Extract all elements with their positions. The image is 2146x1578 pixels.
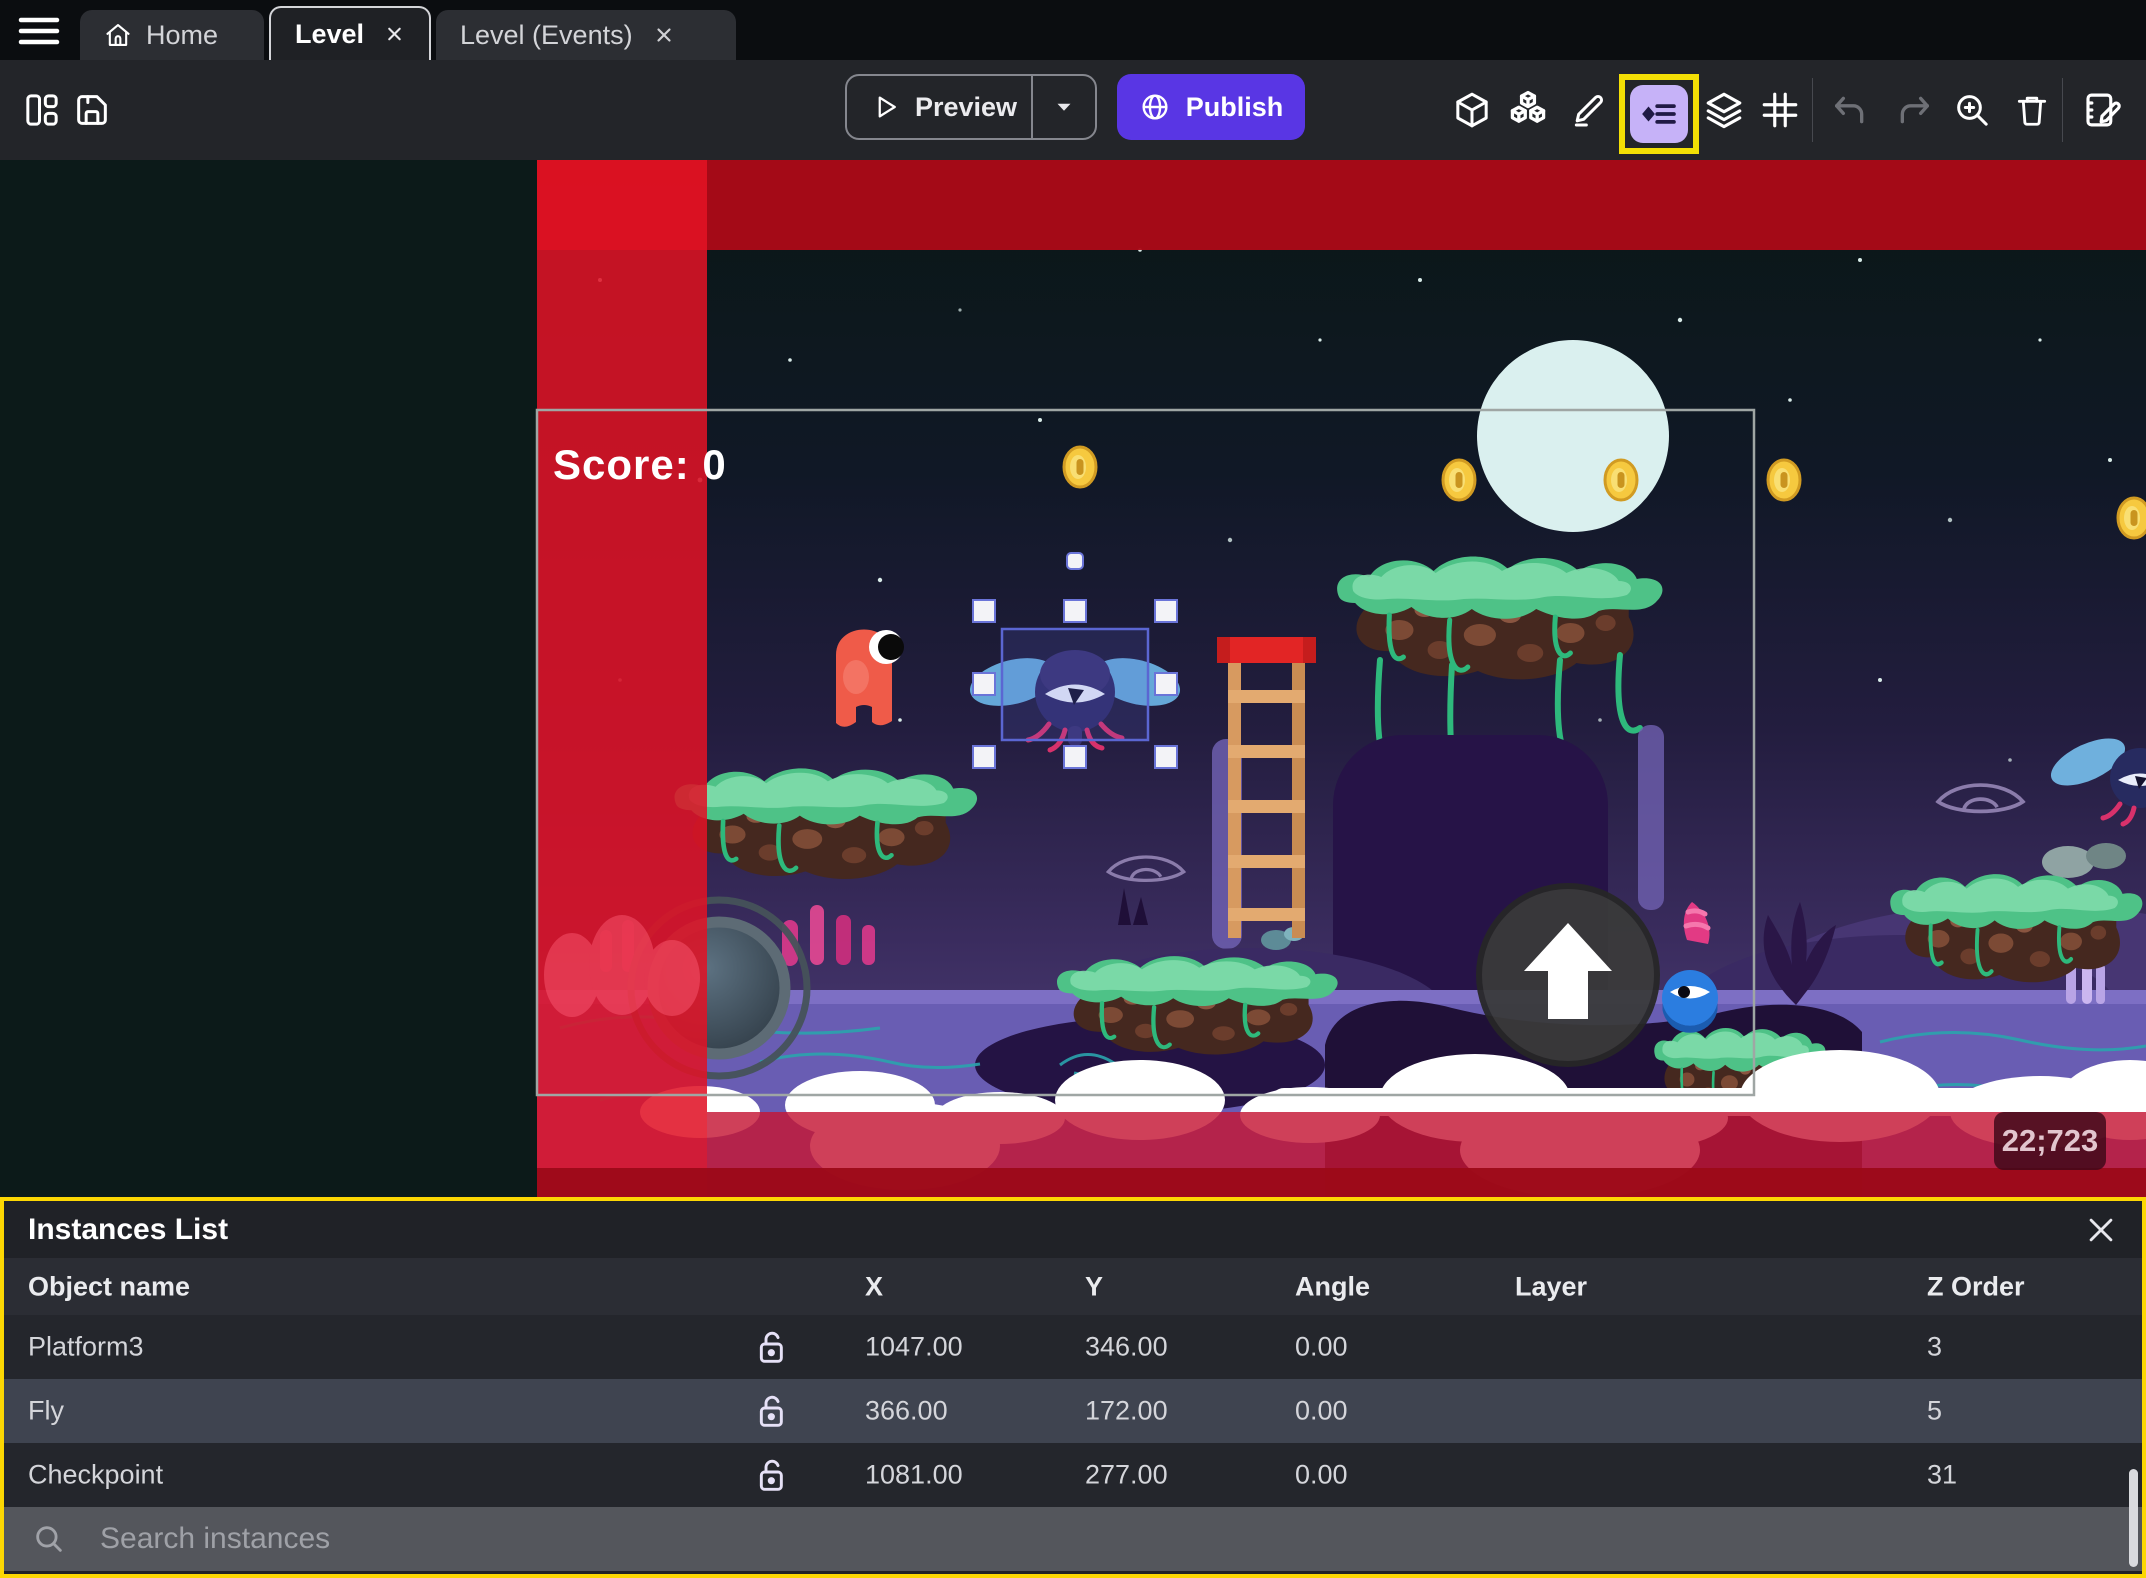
table-row[interactable]: Platform3 1047.00 346.00 0.00 3 bbox=[4, 1315, 2142, 1379]
instance-z-order: 31 bbox=[1927, 1459, 1958, 1490]
panel-title: Instances List bbox=[28, 1212, 229, 1246]
home-icon bbox=[106, 24, 130, 46]
publish-button[interactable]: Publish bbox=[1117, 74, 1305, 140]
column-header[interactable]: Angle bbox=[1295, 1271, 1370, 1302]
panel-scrollbar[interactable] bbox=[2129, 1469, 2138, 1567]
tab-level[interactable]: Level bbox=[269, 6, 431, 60]
3d-box-button[interactable] bbox=[1448, 82, 1496, 138]
undo-button[interactable] bbox=[1826, 82, 1874, 138]
tab-label: Level (Events) bbox=[460, 19, 633, 50]
menu-hamburger-icon[interactable] bbox=[18, 16, 60, 46]
search-bar bbox=[4, 1507, 2142, 1571]
unlock-icon[interactable] bbox=[756, 1457, 788, 1495]
chevron-down-icon bbox=[1057, 103, 1071, 111]
editor-toolbar: Preview Publish bbox=[0, 60, 2146, 160]
instance-z-order: 3 bbox=[1927, 1331, 1943, 1362]
zoom-button[interactable] bbox=[1948, 82, 1996, 138]
preview-label: Preview bbox=[914, 91, 1018, 122]
instance-y: 172.00 bbox=[1085, 1395, 1168, 1426]
tab-label: Home bbox=[146, 19, 219, 50]
moon[interactable] bbox=[1477, 340, 1669, 532]
instances-panel-header: Instances List bbox=[4, 1201, 2142, 1258]
instances-list-button[interactable] bbox=[1630, 85, 1688, 143]
top-tab-bar: Home Level Level (Events) bbox=[0, 0, 2146, 60]
instance-angle: 0.00 bbox=[1295, 1459, 1348, 1490]
instance-name: Platform3 bbox=[28, 1331, 144, 1362]
unlock-icon[interactable] bbox=[756, 1329, 788, 1367]
app-window: Home Level Level (Events) Preview Publis… bbox=[0, 0, 2146, 1578]
unlock-icon[interactable] bbox=[756, 1393, 788, 1431]
instance-z-order: 5 bbox=[1927, 1395, 1943, 1426]
instance-angle: 0.00 bbox=[1295, 1395, 1348, 1426]
play-icon bbox=[878, 96, 896, 118]
instance-x: 1047.00 bbox=[865, 1331, 963, 1362]
cursor-coordinates-badge: 22;723 bbox=[1994, 1112, 2106, 1170]
instance-name: Checkpoint bbox=[28, 1459, 164, 1490]
table-row-selected[interactable]: Fly 366.00 172.00 0.00 5 bbox=[4, 1379, 2142, 1443]
tab-label: Level bbox=[295, 18, 365, 49]
column-header[interactable]: Y bbox=[1085, 1271, 1103, 1302]
tab-home[interactable]: Home bbox=[80, 10, 264, 60]
globe-icon bbox=[1142, 94, 1168, 120]
search-instances-input[interactable] bbox=[98, 1521, 1502, 1557]
save-button[interactable] bbox=[68, 82, 116, 138]
publish-label: Publish bbox=[1185, 91, 1284, 122]
toolbar-divider bbox=[2062, 78, 2063, 142]
close-icon[interactable] bbox=[384, 23, 405, 45]
instance-y: 277.00 bbox=[1085, 1459, 1168, 1490]
tab-level-events[interactable]: Level (Events) bbox=[436, 10, 736, 60]
game-scene bbox=[0, 160, 2146, 1198]
instance-x: 1081.00 bbox=[865, 1459, 963, 1490]
close-panel-icon[interactable] bbox=[2084, 1213, 2118, 1247]
preview-button[interactable]: Preview bbox=[845, 74, 1097, 140]
column-header[interactable]: Z Order bbox=[1927, 1271, 2025, 1302]
delete-button[interactable] bbox=[2008, 82, 2056, 138]
redo-button[interactable] bbox=[1890, 82, 1938, 138]
layers-button[interactable] bbox=[1700, 82, 1748, 138]
score-text: Score: 0 bbox=[553, 441, 727, 488]
close-icon[interactable] bbox=[653, 24, 675, 46]
instance-angle: 0.00 bbox=[1295, 1331, 1348, 1362]
instance-name: Fly bbox=[28, 1395, 64, 1426]
toolbar-divider bbox=[1812, 78, 1813, 142]
search-icon bbox=[36, 1526, 62, 1552]
instance-x: 366.00 bbox=[865, 1395, 948, 1426]
preview-dropdown-button[interactable] bbox=[1033, 94, 1095, 120]
scene-editor-canvas[interactable]: Score: 0 22;723 bbox=[0, 160, 2146, 1198]
instances-panel: Instances List Object name X Y Angle Lay… bbox=[0, 1197, 2146, 1578]
column-header[interactable]: Layer bbox=[1515, 1271, 1587, 1302]
instances-table-header: Object name X Y Angle Layer Z Order bbox=[4, 1258, 2142, 1315]
toggle-panels-button[interactable] bbox=[18, 82, 66, 138]
jump-button[interactable] bbox=[1476, 883, 1660, 1067]
instance-y: 346.00 bbox=[1085, 1331, 1168, 1362]
edit-scene-properties-button[interactable] bbox=[2078, 82, 2126, 138]
grid-button[interactable] bbox=[1756, 82, 1804, 138]
table-row[interactable]: Checkpoint 1081.00 277.00 0.00 31 bbox=[4, 1443, 2142, 1507]
objects-list-button[interactable] bbox=[1504, 82, 1552, 138]
column-header[interactable]: X bbox=[865, 1271, 883, 1302]
edit-instance-button[interactable] bbox=[1564, 82, 1612, 138]
instances-list-icon bbox=[1642, 104, 1676, 124]
column-header[interactable]: Object name bbox=[28, 1271, 190, 1302]
